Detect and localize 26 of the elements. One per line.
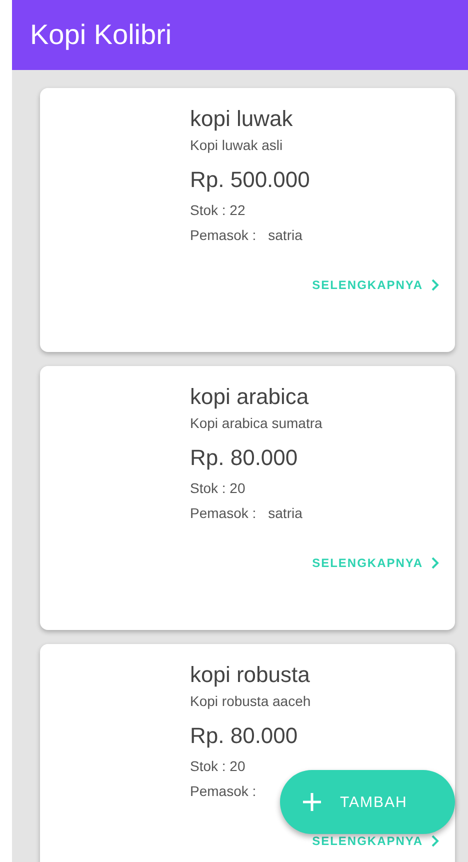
product-name: kopi robusta: [190, 661, 311, 689]
stock-text: Stok : 20: [190, 479, 246, 498]
product-description: Kopi luwak asli: [190, 136, 284, 155]
product-description: Kopi robusta aaceh: [190, 692, 312, 711]
product-name: kopi arabica: [190, 383, 310, 411]
supplier-name: satria: [268, 504, 302, 523]
stock-text: Stok : 22: [190, 201, 246, 220]
app-title: Kopi Kolibri: [30, 19, 172, 51]
stock-text: Stok : 20: [190, 757, 246, 776]
add-button[interactable]: TAMBAH: [280, 770, 455, 834]
supplier-label: Pemasok :: [190, 504, 256, 523]
supplier-label: Pemasok :: [190, 226, 256, 245]
plus-icon: [302, 792, 322, 812]
chevron-right-icon: [431, 557, 439, 569]
details-link[interactable]: SELENGKAPNYA: [312, 278, 439, 292]
supplier-name: satria: [268, 226, 302, 245]
product-name: kopi luwak: [190, 105, 294, 133]
product-price: Rp. 80.000: [190, 722, 299, 750]
product-description: Kopi arabica sumatra: [190, 414, 324, 433]
product-price: Rp. 500.000: [190, 166, 311, 194]
details-link[interactable]: SELENGKAPNYA: [312, 556, 439, 570]
supplier-label: Pemasok :: [190, 782, 256, 801]
chevron-right-icon: [431, 279, 439, 291]
product-price: Rp. 80.000: [190, 444, 299, 472]
details-link[interactable]: SELENGKAPNYA: [312, 834, 439, 848]
chevron-right-icon: [431, 835, 439, 847]
